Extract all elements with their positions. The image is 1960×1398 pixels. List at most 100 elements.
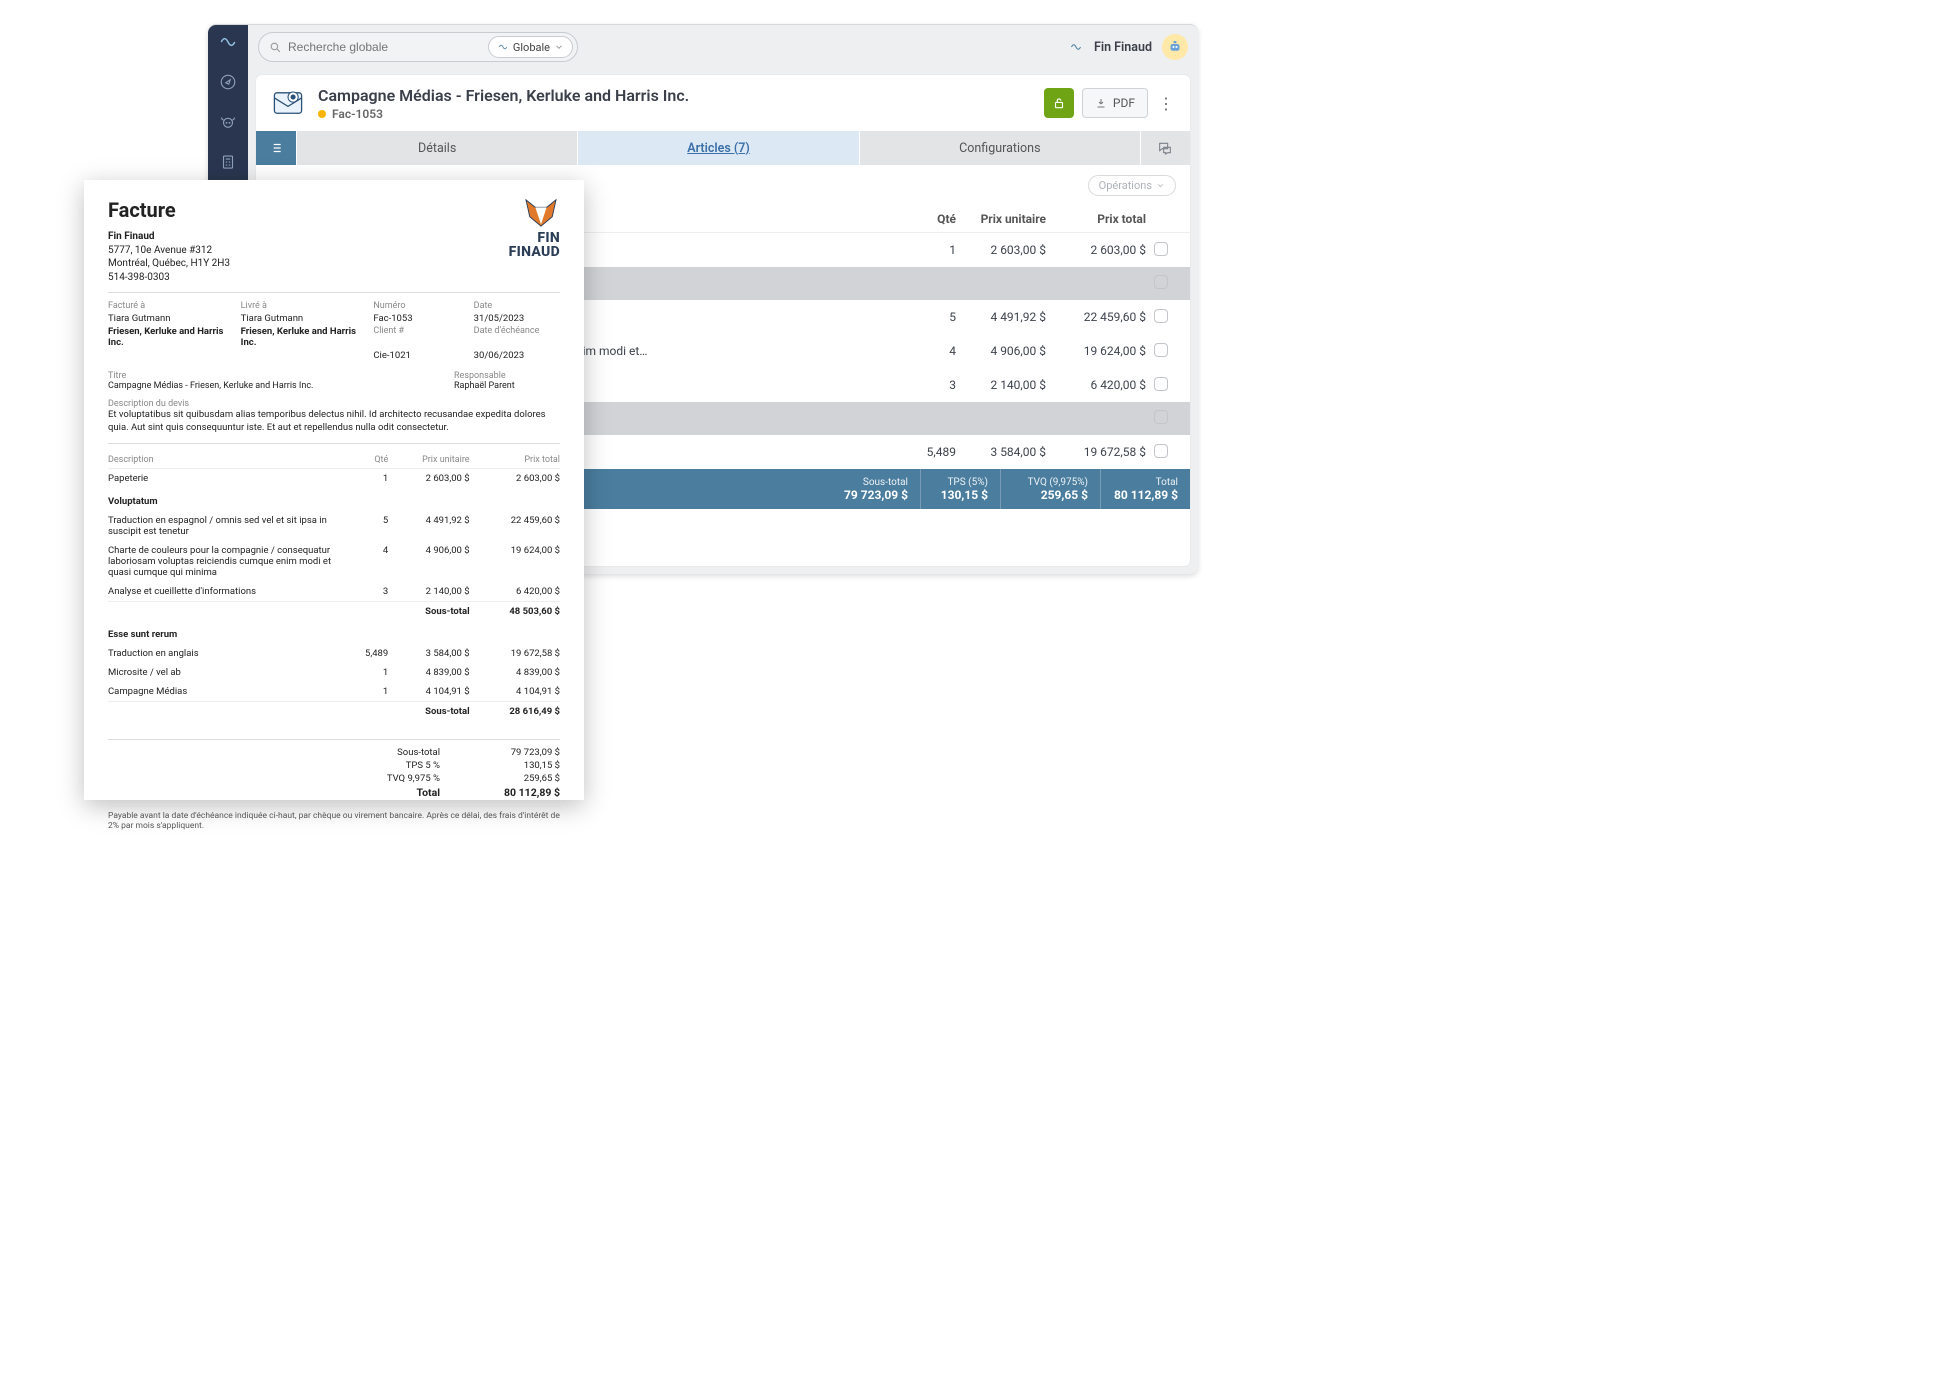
invoice-meta: Facturé à Livré à Numéro Date Tiara Gutm… xyxy=(108,301,560,361)
tot-tvq-val: 259,65 $ xyxy=(480,773,560,784)
row-checkbox[interactable] xyxy=(1154,309,1168,323)
client-number: Cie-1021 xyxy=(373,350,459,361)
topbar: Globale Fin Finaud xyxy=(248,25,1198,69)
row-checkbox[interactable] xyxy=(1154,377,1168,391)
subtotal-value: 79 723,09 $ xyxy=(844,488,908,502)
th-pt: Prix total xyxy=(470,452,560,469)
lbl-date: Date xyxy=(474,301,560,311)
company-block: Fin Finaud 5777, 10e Avenue #312 Montréa… xyxy=(108,230,560,284)
fox-icon xyxy=(522,198,560,228)
lbl-billed: Facturé à xyxy=(108,301,227,311)
invoice-line: Papeterie12 603,00 $2 603,00 $ xyxy=(108,468,560,488)
row-pt: 6 420,00 $ xyxy=(1046,378,1146,392)
invoice-line: Traduction en espagnol / omnis sed vel e… xyxy=(108,511,560,541)
invoice-line: Esse sunt rerum xyxy=(108,621,560,644)
lock-button[interactable] xyxy=(1044,88,1074,118)
tot-tps-val: 130,15 $ xyxy=(480,760,560,771)
invoice-line: Voluptatum xyxy=(108,488,560,511)
tabstrip: Détails Articles (7) Configurations xyxy=(256,131,1190,165)
lbl-titre: Titre xyxy=(108,371,347,381)
tot-tvq-lbl: TVQ 9,975 % xyxy=(387,773,440,784)
pdf-label: PDF xyxy=(1113,96,1135,110)
pdf-button[interactable]: PDF xyxy=(1082,88,1148,118)
row-pt: 2 603,00 $ xyxy=(1046,243,1146,257)
row-qty: 5,489 xyxy=(896,445,956,459)
row-qty: 5 xyxy=(896,310,956,324)
row-pt: 22 459,60 $ xyxy=(1046,310,1146,324)
lock-open-icon xyxy=(1052,96,1066,110)
row-checkbox[interactable] xyxy=(1154,410,1168,424)
tab-list-icon[interactable] xyxy=(256,131,296,165)
invoice-icon xyxy=(270,85,306,121)
th-pu: Prix unitaire xyxy=(388,452,469,469)
row-pu: 3 584,00 $ xyxy=(956,445,1046,459)
global-search[interactable]: Globale xyxy=(258,32,578,62)
lbl-shipped: Livré à xyxy=(241,301,360,311)
robot-icon xyxy=(1166,38,1184,56)
page-header: Campagne Médias - Friesen, Kerluke and H… xyxy=(256,75,1190,131)
nav-icon-cow[interactable] xyxy=(219,113,237,135)
row-checkbox[interactable] xyxy=(1154,343,1168,357)
shipped-company: Friesen, Kerluke and Harris Inc. xyxy=(241,326,360,348)
billed-company: Friesen, Kerluke and Harris Inc. xyxy=(108,326,227,348)
row-pt: 19 672,58 $ xyxy=(1046,445,1146,459)
invoice-line: Sous-total48 503,60 $ xyxy=(108,601,560,621)
invoice-date: 31/05/2023 xyxy=(474,313,560,324)
invoice-line: Microsite / vel ab14 839,00 $4 839,00 $ xyxy=(108,663,560,682)
tab-details[interactable]: Détails xyxy=(296,131,577,165)
company-phone: 514-398-0303 xyxy=(108,272,170,283)
due-date: 30/06/2023 xyxy=(474,350,560,361)
subtotal-label: Sous-total xyxy=(863,477,908,488)
tvq-label: TVQ (9,975%) xyxy=(1028,477,1088,488)
invoice-line: Charte de couleurs pour la compagnie / c… xyxy=(108,541,560,582)
row-checkbox[interactable] xyxy=(1154,242,1168,256)
row-qty: 1 xyxy=(896,243,956,257)
invoice-footer: Payable avant la date d'échéance indiqué… xyxy=(108,806,560,831)
tot-sub-val: 79 723,09 $ xyxy=(480,747,560,758)
tab-articles[interactable]: Articles (7) xyxy=(577,131,858,165)
nav-icon-1[interactable] xyxy=(219,33,237,55)
tot-total-val: 80 112,89 $ xyxy=(480,786,560,799)
shipped-contact: Tiara Gutmann xyxy=(241,313,360,324)
th-desc: Description xyxy=(108,452,343,469)
brand-line2: FINAUD xyxy=(509,244,560,260)
operations-label: Opérations xyxy=(1099,179,1152,192)
brand-squiggle-icon xyxy=(1068,41,1084,53)
page-title: Campagne Médias - Friesen, Kerluke and H… xyxy=(318,86,1032,105)
total-value: 80 112,89 $ xyxy=(1114,488,1178,502)
col-total-price: Prix total xyxy=(1046,212,1146,226)
invoice-title: Facture xyxy=(108,198,560,222)
nav-icon-calc[interactable] xyxy=(219,153,237,175)
company-addr2: Montréal, Québec, H1Y 2H3 xyxy=(108,258,230,269)
more-button[interactable]: ⋮ xyxy=(1156,94,1176,113)
responsable: Raphaël Parent xyxy=(454,381,560,391)
row-pu: 2 603,00 $ xyxy=(956,243,1046,257)
status-dot xyxy=(318,110,326,118)
nav-icon-compass[interactable] xyxy=(219,73,237,95)
operations-dropdown[interactable]: Opérations xyxy=(1088,175,1176,196)
chevron-down-icon xyxy=(1156,181,1165,190)
list-icon xyxy=(269,141,283,155)
download-icon xyxy=(1095,97,1107,109)
row-qty: 4 xyxy=(896,344,956,358)
user-name[interactable]: Fin Finaud xyxy=(1094,40,1152,55)
search-scope[interactable]: Globale xyxy=(488,36,573,58)
row-checkbox[interactable] xyxy=(1154,275,1168,289)
bot-avatar[interactable] xyxy=(1162,34,1188,60)
tot-tps-lbl: TPS 5 % xyxy=(406,760,440,771)
invoice-line: Traduction en anglais5,4893 584,00 $19 6… xyxy=(108,644,560,663)
tvq-value: 259,65 $ xyxy=(1041,488,1088,502)
tab-config[interactable]: Configurations xyxy=(859,131,1140,165)
company-addr1: 5777, 10e Avenue #312 xyxy=(108,245,212,256)
row-checkbox[interactable] xyxy=(1154,444,1168,458)
tps-value: 130,15 $ xyxy=(941,488,988,502)
invoice-titre: Campagne Médias - Friesen, Kerluke and H… xyxy=(108,381,347,391)
col-qty: Qté xyxy=(896,212,956,226)
invoice-totals: Sous-total79 723,09 $ TPS 5 %130,15 $ TV… xyxy=(108,739,560,800)
search-input[interactable] xyxy=(288,40,488,54)
row-qty: 3 xyxy=(896,378,956,392)
chevron-down-icon xyxy=(554,42,564,52)
scope-icon xyxy=(497,42,509,52)
invoice-lines-table: Description Qté Prix unitaire Prix total… xyxy=(108,452,560,721)
tab-chat[interactable] xyxy=(1140,131,1190,165)
